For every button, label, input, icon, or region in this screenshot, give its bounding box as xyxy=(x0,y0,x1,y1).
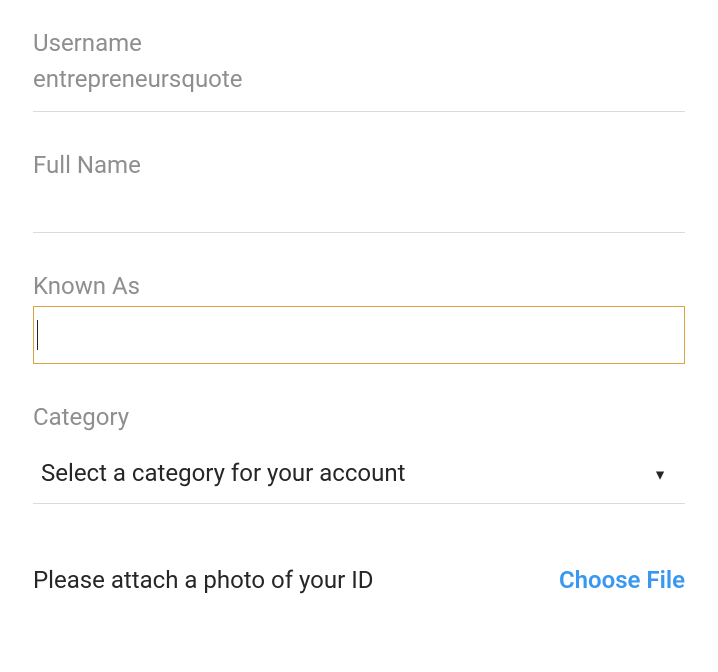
username-field-group: Username entrepreneursquote xyxy=(33,28,685,112)
fullname-input[interactable] xyxy=(33,185,685,233)
fullname-field-group: Full Name xyxy=(33,150,685,233)
category-field-group: Category Select a category for your acco… xyxy=(33,402,685,504)
knownas-label: Known As xyxy=(33,271,685,302)
choose-file-button[interactable]: Choose File xyxy=(559,566,685,594)
category-label: Category xyxy=(33,402,685,433)
knownas-input[interactable] xyxy=(33,306,685,364)
attach-id-row: Please attach a photo of your ID Choose … xyxy=(33,566,685,594)
username-value: entrepreneursquote xyxy=(33,63,685,112)
attach-id-label: Please attach a photo of your ID xyxy=(33,566,373,594)
category-select-text: Select a category for your account xyxy=(33,459,685,487)
text-cursor xyxy=(37,320,38,350)
knownas-field-group: Known As xyxy=(33,271,685,364)
fullname-label: Full Name xyxy=(33,150,685,181)
username-label: Username xyxy=(33,28,685,59)
category-select[interactable]: Select a category for your account ▼ xyxy=(33,437,685,504)
